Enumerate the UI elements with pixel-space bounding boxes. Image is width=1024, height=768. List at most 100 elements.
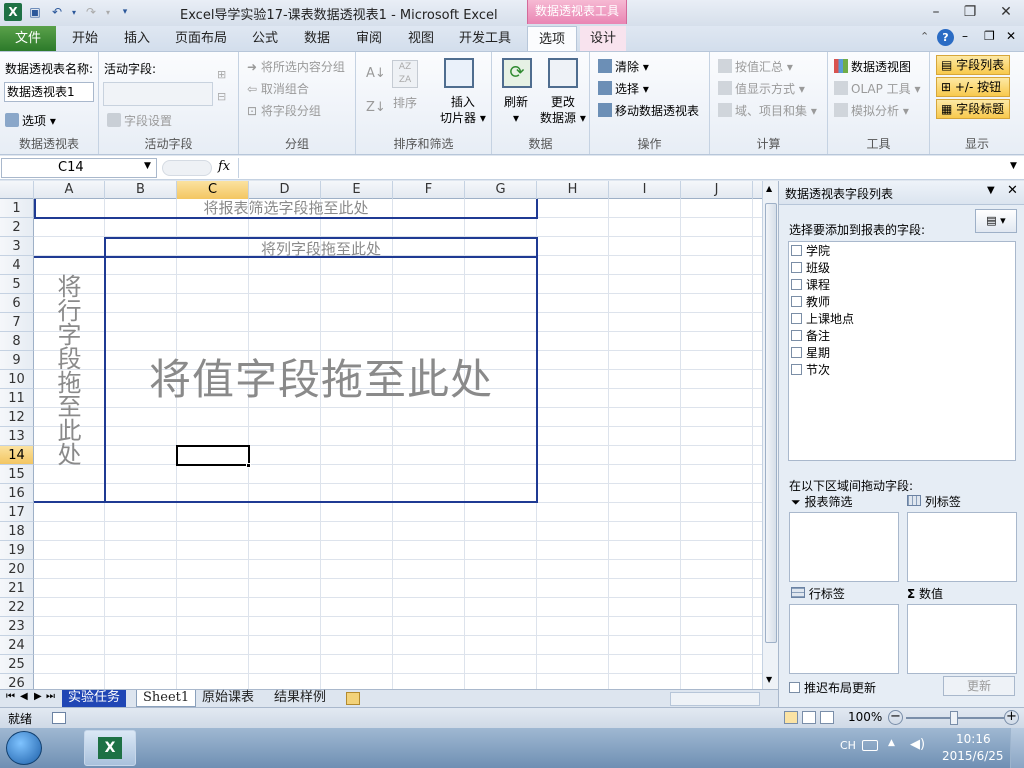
minimize-ribbon-icon[interactable]: ⌃ xyxy=(920,30,929,43)
zoom-out-icon[interactable]: − xyxy=(888,710,903,725)
page-break-view-icon[interactable] xyxy=(820,711,834,724)
save-icon[interactable]: ▣ xyxy=(26,3,44,21)
row-header-5[interactable]: 5 xyxy=(0,275,34,294)
start-button-icon[interactable] xyxy=(6,731,42,765)
active-field-input[interactable] xyxy=(103,82,213,106)
active-cell-c14[interactable] xyxy=(176,445,250,466)
sheet-nav-prev-icon[interactable]: ◀ xyxy=(20,691,28,702)
undo-icon[interactable]: ↶ xyxy=(48,3,66,21)
area-filter-box[interactable] xyxy=(789,512,899,582)
fill-handle[interactable] xyxy=(246,463,251,468)
tab-home[interactable]: 开始 xyxy=(62,26,108,51)
sort-asc-icon[interactable]: A↓ xyxy=(366,66,386,81)
tab-page-layout[interactable]: 页面布局 xyxy=(168,26,234,51)
tab-data[interactable]: 数据 xyxy=(294,26,340,51)
row-header-13[interactable]: 13 xyxy=(0,427,34,446)
tab-options[interactable]: 选项 xyxy=(527,26,577,52)
tab-formulas[interactable]: 公式 xyxy=(242,26,288,51)
row-header-8[interactable]: 8 xyxy=(0,332,34,351)
column-header-h[interactable]: H xyxy=(537,181,609,199)
vertical-scrollbar[interactable]: ▲ ▼ xyxy=(762,181,778,689)
tray-expand-icon[interactable]: ▲ xyxy=(888,738,895,748)
scroll-up-icon[interactable]: ▲ xyxy=(766,184,772,193)
row-header-10[interactable]: 10 xyxy=(0,370,34,389)
field-checkbox-item[interactable]: 节次 xyxy=(791,362,830,379)
select-button[interactable]: 选择 ▾ xyxy=(598,80,649,97)
formula-input[interactable] xyxy=(238,158,1008,178)
row-header-20[interactable]: 20 xyxy=(0,560,34,579)
sheet-tab-sample[interactable]: 结果样例 xyxy=(268,690,332,707)
name-box[interactable]: C14 xyxy=(1,158,157,178)
row-header-2[interactable]: 2 xyxy=(0,218,34,237)
scroll-thumb[interactable] xyxy=(765,203,777,643)
row-header-4[interactable]: 4 xyxy=(0,256,34,275)
field-checkbox-item[interactable]: 教师 xyxy=(791,294,830,311)
taskbar-excel-icon[interactable]: X xyxy=(84,730,136,766)
column-header-j[interactable]: J xyxy=(681,181,753,199)
tab-design[interactable]: 设计 xyxy=(580,26,626,51)
sort-desc-icon[interactable]: Z↓ xyxy=(366,100,386,115)
fields-items-sets-button[interactable]: 域、项目和集 ▾ xyxy=(718,102,817,119)
olap-tools-button[interactable]: OLAP 工具 ▾ xyxy=(834,80,921,97)
row-header-1[interactable]: 1 xyxy=(0,199,34,218)
undo-dropdown-icon[interactable]: ▾ xyxy=(70,3,78,21)
zoom-slider-thumb[interactable] xyxy=(950,711,958,725)
volume-icon[interactable]: ◀) xyxy=(910,737,925,752)
column-header-i[interactable]: I xyxy=(609,181,681,199)
row-header-21[interactable]: 21 xyxy=(0,579,34,598)
field-checkbox-item[interactable]: 上课地点 xyxy=(791,311,854,328)
macro-record-icon[interactable] xyxy=(52,712,66,724)
field-checkbox-item[interactable]: 班级 xyxy=(791,260,830,277)
ungroup-button[interactable]: ⇦ 取消组合 xyxy=(247,80,309,97)
refresh-button[interactable]: 刷新 ▾ xyxy=(504,94,528,126)
sheet-tab-task[interactable]: 实验任务 xyxy=(62,690,127,707)
expand-field-icon[interactable]: ⊞ xyxy=(217,68,226,81)
clock-date[interactable]: 2015/6/25 xyxy=(942,749,1004,763)
field-settings-button[interactable]: 字段设置 xyxy=(107,112,172,129)
workbook-close-icon[interactable]: ✕ xyxy=(1006,29,1016,43)
what-if-button[interactable]: 模拟分析 ▾ xyxy=(834,102,909,119)
tab-file[interactable]: 文件 xyxy=(0,26,56,51)
checkbox-icon[interactable] xyxy=(791,279,802,290)
row-header-11[interactable]: 11 xyxy=(0,389,34,408)
expand-formula-icon[interactable]: ▼ xyxy=(1010,161,1017,171)
insert-function-icon[interactable]: fx xyxy=(218,159,230,174)
row-header-9[interactable]: 9 xyxy=(0,351,34,370)
checkbox-icon[interactable] xyxy=(791,245,802,256)
checkbox-icon[interactable] xyxy=(791,364,802,375)
tab-view[interactable]: 视图 xyxy=(398,26,444,51)
group-field-button[interactable]: ⊡ 将字段分组 xyxy=(247,102,321,119)
workbook-restore-icon[interactable]: ❐ xyxy=(984,29,995,43)
keyboard-icon[interactable] xyxy=(862,740,878,751)
pivot-chart-button[interactable]: 数据透视图 xyxy=(834,58,911,75)
insert-sheet-icon[interactable] xyxy=(346,692,360,705)
pivot-column-zone[interactable]: 将列字段拖至此处 xyxy=(104,237,538,258)
group-selection-button[interactable]: ➜ 将所选内容分组 xyxy=(247,58,345,75)
tab-review[interactable]: 审阅 xyxy=(346,26,392,51)
horizontal-scrollbar[interactable] xyxy=(670,692,760,706)
pane-dropdown-icon[interactable]: ▼ xyxy=(987,185,995,196)
pivot-values-zone[interactable]: 将值字段拖至此处 xyxy=(104,256,538,503)
sort-button[interactable]: 排序 xyxy=(393,94,417,111)
checkbox-icon[interactable] xyxy=(791,347,802,358)
sheet-nav-first-icon[interactable]: ⏮ xyxy=(6,691,15,702)
summarize-by-button[interactable]: 按值汇总 ▾ xyxy=(718,58,793,75)
checkbox-icon[interactable] xyxy=(791,296,802,307)
buttons-toggle[interactable]: ⊞ +/- 按钮 xyxy=(936,77,1010,97)
row-header-22[interactable]: 22 xyxy=(0,598,34,617)
row-header-6[interactable]: 6 xyxy=(0,294,34,313)
sheet-nav-last-icon[interactable]: ⏭ xyxy=(46,691,55,702)
page-layout-view-icon[interactable] xyxy=(802,711,816,724)
checkbox-icon[interactable] xyxy=(791,330,802,341)
workbook-minimize-icon[interactable]: – xyxy=(962,29,968,43)
worksheet-grid[interactable]: A B C D E F G H I J 1 2 3 4 5 6 7 8 9 10 11 12 13 14 1… xyxy=(0,181,762,689)
row-header-25[interactable]: 25 xyxy=(0,655,34,674)
show-desktop-button[interactable] xyxy=(1010,728,1024,768)
insert-slicer-button[interactable]: 插入 切片器 ▾ xyxy=(440,94,486,126)
tab-developer[interactable]: 开发工具 xyxy=(452,26,518,51)
checkbox-icon[interactable] xyxy=(791,313,802,324)
area-rows-box[interactable] xyxy=(789,604,899,674)
change-source-button[interactable]: 更改 数据源 ▾ xyxy=(540,94,586,126)
field-checkbox-item[interactable]: 星期 xyxy=(791,345,830,362)
sheet-tab-original[interactable]: 原始课表 xyxy=(196,690,260,707)
